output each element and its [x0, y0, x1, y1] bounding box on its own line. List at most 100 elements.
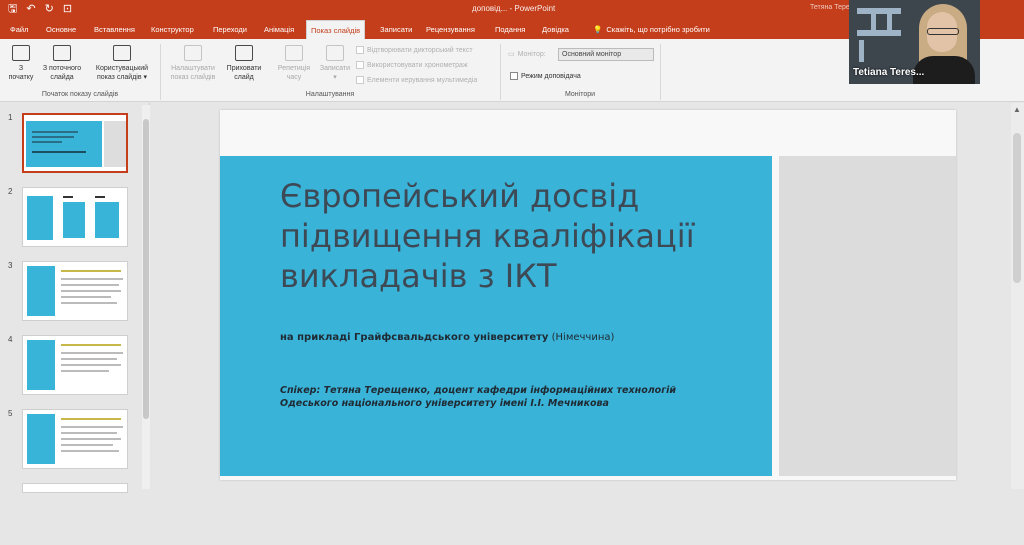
participant-name: Tetiana Teres... — [853, 67, 925, 78]
thumb-line — [61, 432, 117, 434]
thumbnail-item-3[interactable]: 3 — [0, 261, 150, 323]
play-narrations-checkbox[interactable]: Відтворювати дикторський текст — [356, 46, 473, 54]
use-timings-checkbox[interactable]: Використовувати хронометраж — [356, 61, 468, 69]
custom-slide-show-button[interactable]: Користувацький показ слайдів ▾ — [88, 45, 156, 82]
thumbnail-number: 2 — [8, 187, 13, 196]
slide-subtitle[interactable]: на прикладі Грайфсвальдського університе… — [280, 332, 614, 343]
slide-thumbnail[interactable] — [22, 261, 128, 321]
tab-help[interactable]: Довідка — [542, 20, 569, 39]
checkbox-box — [356, 61, 364, 69]
thumb-line — [61, 438, 121, 440]
thumb-line — [61, 296, 111, 298]
slide-grey-panel — [779, 156, 956, 476]
thumb-line — [61, 370, 109, 372]
thumb-line — [32, 131, 78, 133]
group-label-monitors: Монітори — [564, 91, 596, 98]
thumbnail-scrollbar[interactable] — [142, 105, 150, 489]
thumbnail-item-6[interactable] — [0, 483, 150, 545]
tab-slide-show[interactable]: Показ слайдів — [306, 20, 366, 39]
thumb-line — [61, 284, 119, 286]
monitor-label: ▭ Монітор: — [508, 50, 546, 59]
checkbox-box — [510, 72, 518, 80]
lightbulb-icon: 💡 — [593, 25, 603, 34]
checkbox-box — [356, 76, 364, 84]
group-separator — [660, 44, 661, 100]
slide-thumbnail[interactable] — [22, 335, 128, 395]
thumbnail-number: 3 — [8, 261, 13, 270]
subtitle-country: (Німеччина) — [548, 332, 615, 343]
thumbnail-number: 4 — [8, 335, 13, 344]
slide-thumbnail[interactable] — [22, 113, 128, 173]
redo-icon[interactable]: ↻ — [45, 3, 54, 16]
tab-view[interactable]: Подання — [495, 20, 525, 39]
thumb-grey-block — [104, 121, 126, 167]
thumb-line — [61, 358, 117, 360]
thumbnail-item-1[interactable]: 1 — [0, 113, 150, 175]
rehearse-timings-button[interactable]: Репетиція часу — [272, 45, 316, 82]
document-title: доповід... - PowerPoint — [472, 4, 556, 13]
record-button[interactable]: Записати ▾ — [316, 45, 354, 82]
scrollbar-thumb[interactable] — [1013, 133, 1021, 283]
thumbnail-number: 1 — [8, 113, 13, 122]
stopwatch-icon — [285, 45, 303, 61]
save-icon[interactable]: 🖫 — [8, 3, 17, 16]
group-label-start: Початок показу слайдів — [41, 91, 119, 98]
thumbnail-item-4[interactable]: 4 — [0, 335, 150, 397]
slide-thumbnail-panel[interactable]: 1 2 3 4 5 — [0, 103, 150, 493]
quick-access-toolbar: 🖫 ↶ ↻ ⊡ — [8, 3, 72, 16]
play-from-start-icon — [12, 45, 30, 61]
checkbox-box — [356, 46, 364, 54]
thumb-blue-block — [63, 202, 85, 238]
tab-record[interactable]: Записати — [380, 20, 412, 39]
present-from-start-icon[interactable]: ⊡ — [63, 3, 72, 16]
setup-slide-show-button[interactable]: Налаштувати показ слайдів — [165, 45, 221, 82]
slide-title[interactable]: Європейський досвід підвищення кваліфіка… — [280, 176, 750, 296]
tell-me-search[interactable]: 💡 Скажіть, що потрібно зробити — [593, 20, 710, 39]
thumbnail-item-5[interactable]: 5 — [0, 409, 150, 471]
slide-thumbnail[interactable] — [22, 187, 128, 247]
tab-animations[interactable]: Анімація — [264, 20, 294, 39]
media-controls-checkbox[interactable]: Елементи керування мультимедіа — [356, 76, 477, 84]
scroll-up-icon[interactable]: ▲ — [1013, 105, 1021, 114]
scrollbar-thumb[interactable] — [143, 119, 149, 419]
thumbnail-number: 5 — [8, 409, 13, 418]
slide-thumbnail[interactable] — [22, 483, 128, 493]
hide-slide-button[interactable]: Приховати слайд — [222, 45, 266, 82]
thumb-line — [61, 352, 123, 354]
tab-transitions[interactable]: Переходи — [213, 20, 247, 39]
setup-show-icon — [184, 45, 202, 61]
thumb-line — [61, 290, 121, 292]
play-from-current-icon — [53, 45, 71, 61]
tab-home[interactable]: Основне — [46, 20, 76, 39]
thumb-line — [61, 418, 121, 420]
thumbnail-item-2[interactable]: 2 — [0, 187, 150, 249]
presenter-view-checkbox[interactable]: Режим доповідача — [510, 72, 581, 80]
thumb-line — [32, 141, 62, 143]
from-current-slide-button[interactable]: З поточного слайда — [36, 45, 88, 82]
from-beginning-button[interactable]: З початку — [6, 45, 36, 82]
video-shelf — [859, 40, 864, 62]
thumb-blue-block — [95, 202, 119, 238]
record-icon — [326, 45, 344, 61]
slide-thumbnail[interactable] — [22, 409, 128, 469]
current-slide[interactable]: Європейський досвід підвищення кваліфіка… — [220, 110, 956, 480]
hide-slide-icon — [235, 45, 253, 61]
thumb-line — [61, 344, 121, 346]
undo-icon[interactable]: ↶ — [26, 3, 35, 16]
tab-insert[interactable]: Вставлення — [94, 20, 135, 39]
thumb-blue-block — [27, 196, 53, 240]
slide-speaker[interactable]: Спікер: Тетяна Терещенко, доцент кафедри… — [280, 384, 676, 410]
monitor-select[interactable]: Основний монітор — [558, 48, 654, 61]
thumb-blue-block — [26, 121, 102, 167]
thumb-line — [32, 136, 74, 138]
custom-show-icon — [113, 45, 131, 61]
tab-design[interactable]: Конструктор — [151, 20, 194, 39]
video-shelf — [887, 12, 892, 30]
tab-file[interactable]: Файл — [10, 20, 28, 39]
thumb-blue-block — [27, 266, 55, 316]
monitor-icon: ▭ — [508, 51, 515, 58]
editor-scrollbar[interactable]: ▲ — [1011, 103, 1024, 489]
tab-review[interactable]: Рецензування — [426, 20, 475, 39]
thumb-line — [61, 426, 123, 428]
thumb-line — [63, 196, 73, 198]
